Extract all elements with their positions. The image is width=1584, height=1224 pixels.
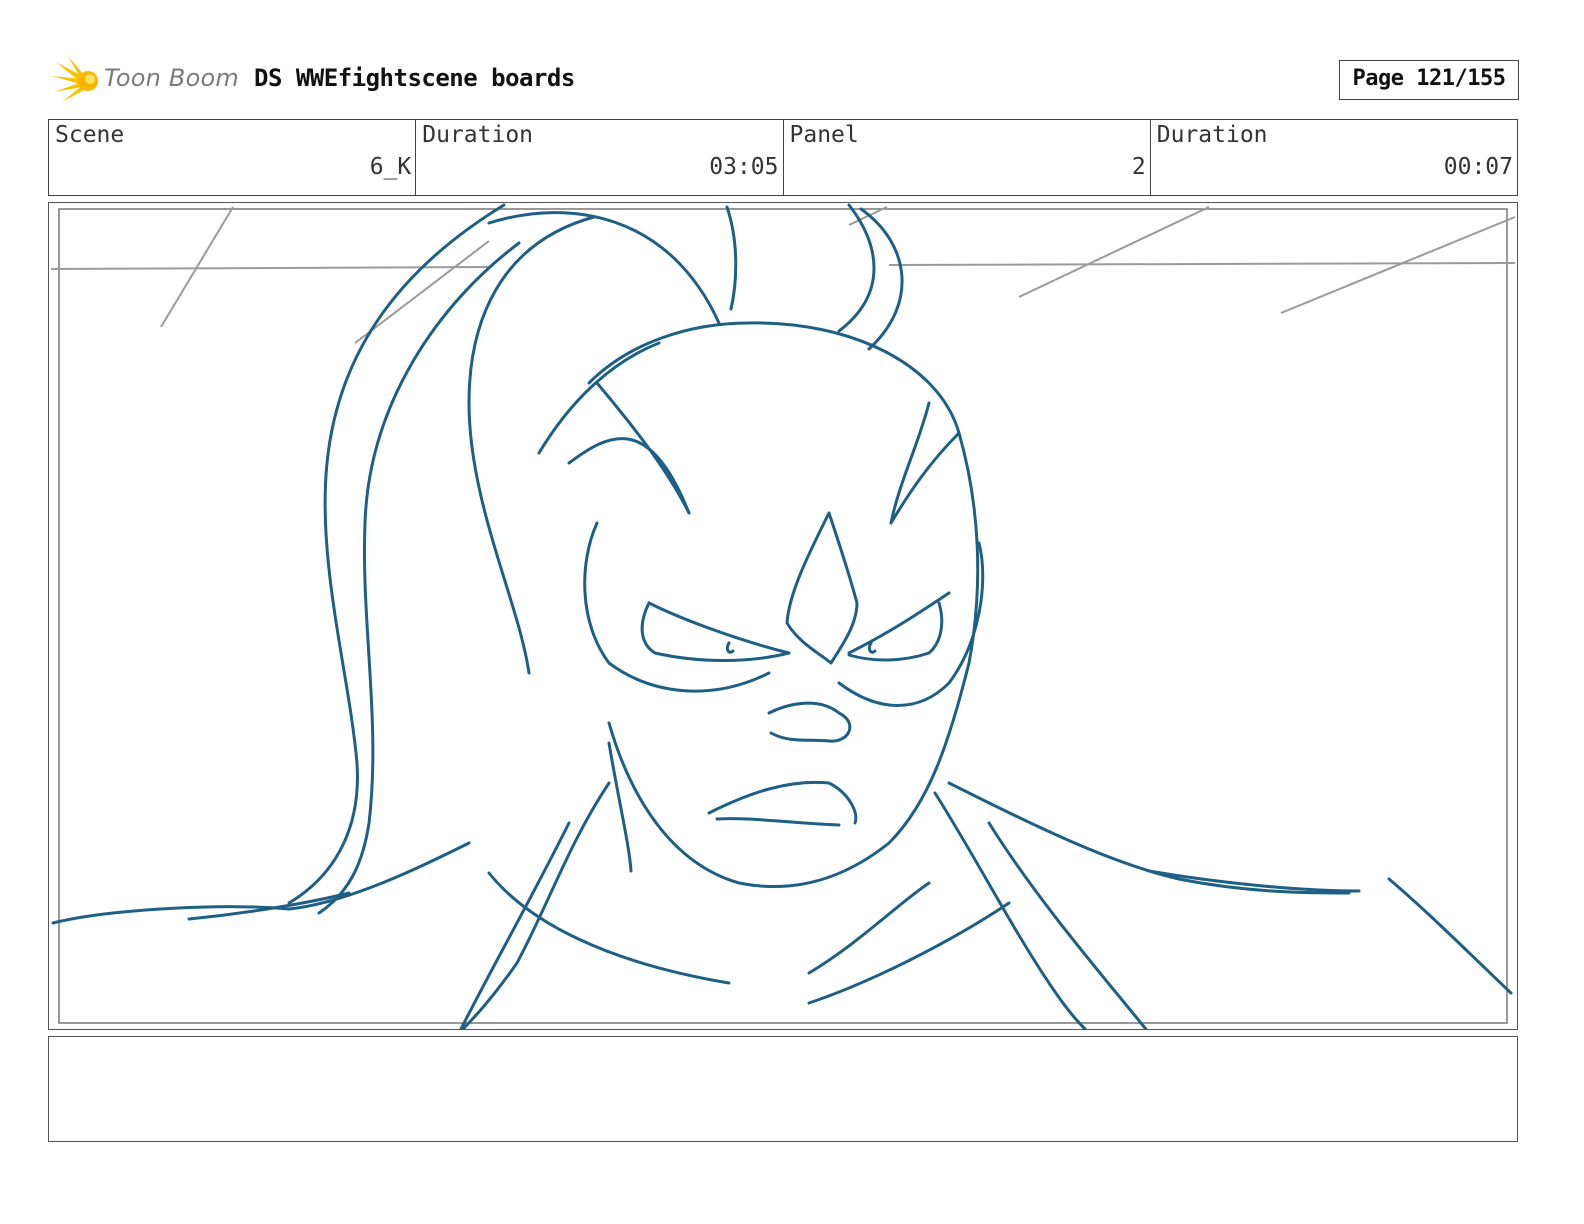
- panel-duration-value: 00:07: [1443, 154, 1513, 180]
- scene-duration-value: 03:05: [709, 154, 779, 180]
- logo-text: Toon Boom: [104, 64, 239, 92]
- page-header: Toon Boom DS WWEfightscene boards: [52, 54, 1532, 104]
- storyboard-panel: [48, 202, 1518, 1030]
- scene-duration-label: Duration: [422, 122, 534, 148]
- panel-value: 2: [1131, 154, 1146, 180]
- scene-duration-cell: Duration 03:05: [416, 120, 784, 195]
- panel-sketch: [50, 203, 1516, 1029]
- scene-label: Scene: [55, 122, 125, 148]
- toon-boom-logo: Toon Boom: [52, 54, 242, 104]
- scene-value: 6_K: [369, 154, 412, 180]
- document-title: DS WWEfightscene boards: [254, 64, 575, 92]
- panel-duration-label: Duration: [1156, 122, 1268, 148]
- panel-duration-cell: Duration 00:07: [1151, 120, 1517, 195]
- scene-info-row: Scene 6_K Duration 03:05 Panel 2 Duratio…: [48, 119, 1518, 196]
- page-number: Page 121/155: [1339, 60, 1519, 100]
- panel-label: Panel: [789, 122, 859, 148]
- starburst-icon: [52, 56, 98, 102]
- notes-box: [48, 1036, 1518, 1142]
- scene-cell: Scene 6_K: [49, 120, 417, 195]
- character-sketch: [51, 203, 1513, 1029]
- safe-frame: [58, 208, 1508, 1024]
- panel-cell: Panel 2: [784, 120, 1151, 195]
